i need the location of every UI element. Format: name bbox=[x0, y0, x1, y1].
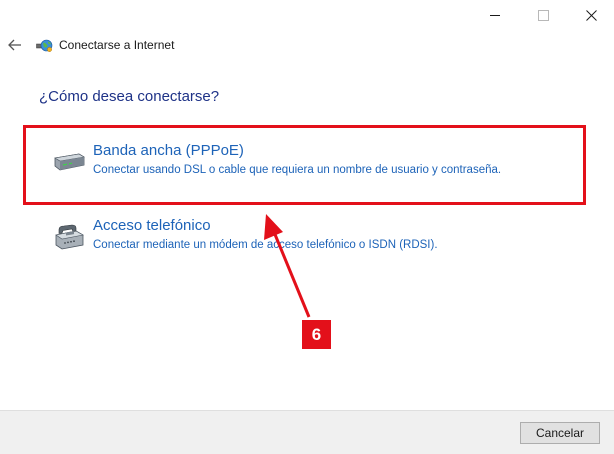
option-dialup[interactable]: Acceso telefónico Conectar mediante un m… bbox=[50, 215, 590, 259]
annotation-highlight-box bbox=[23, 125, 586, 205]
footer-bar: Cancelar bbox=[0, 410, 614, 454]
minimize-button[interactable] bbox=[472, 0, 518, 30]
option-description: Conectar mediante un módem de acceso tel… bbox=[93, 239, 438, 251]
maximize-button bbox=[520, 0, 566, 30]
back-button[interactable] bbox=[6, 36, 24, 54]
window-title: Conectarse a Internet bbox=[59, 38, 175, 52]
back-arrow-icon bbox=[8, 39, 21, 51]
maximize-icon bbox=[537, 9, 549, 21]
close-button[interactable] bbox=[568, 0, 614, 30]
cancel-button[interactable]: Cancelar bbox=[520, 422, 600, 444]
option-title: Acceso telefónico bbox=[93, 217, 211, 234]
page-heading: ¿Cómo desea conectarse? bbox=[39, 88, 220, 105]
connect-to-internet-window: Conectarse a Internet ¿Cómo desea conect… bbox=[0, 0, 614, 454]
dialup-phone-icon bbox=[52, 223, 86, 251]
minimize-icon bbox=[490, 14, 500, 16]
network-globe-icon bbox=[36, 37, 53, 54]
close-icon bbox=[585, 9, 597, 21]
step-number-badge: 6 bbox=[301, 319, 332, 350]
